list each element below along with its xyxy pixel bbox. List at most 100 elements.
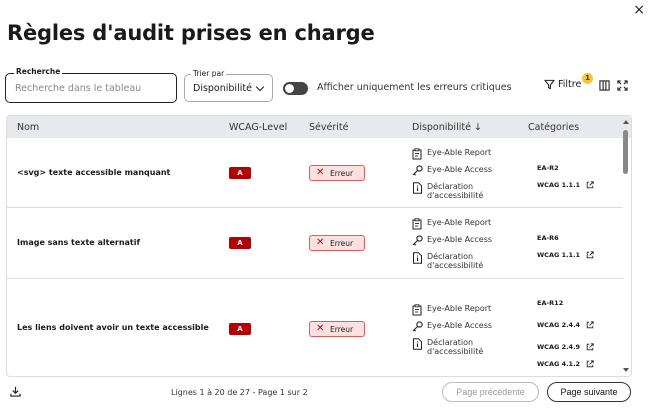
availability-item: Eye-Able Access [412, 165, 497, 182]
columns-icon[interactable] [599, 80, 610, 91]
category-item: EA-R2 [537, 157, 594, 179]
severity-label: Erreur [330, 239, 354, 248]
availability-label: Eye-Able Access [427, 235, 493, 244]
availability-label: Eye-Able Report [427, 218, 492, 227]
close-icon[interactable]: × [633, 2, 645, 18]
availability-item: Déclaration d'accessibilité [412, 252, 497, 274]
scroll-up-arrow-icon[interactable] [623, 120, 629, 124]
filter-button[interactable]: Filtre [544, 79, 581, 90]
report-icon [412, 148, 422, 160]
category-item[interactable]: WCAG 2.4.9 [537, 336, 594, 358]
category-label: WCAG 4.1.2 [537, 360, 581, 368]
error-x-icon: ✕ [316, 167, 325, 178]
availability-item: Eye-Able Report [412, 218, 497, 235]
error-x-icon: ✕ [316, 237, 325, 248]
severity-label: Erreur [330, 169, 354, 178]
availability-label: Eye-Able Access [427, 165, 493, 174]
document-info-icon [413, 252, 422, 264]
availability-item: Déclaration d'accessibilité [412, 338, 497, 360]
next-page-button[interactable]: Page suivante [547, 382, 631, 402]
critical-errors-toggle[interactable] [283, 82, 308, 95]
search-input[interactable] [6, 74, 176, 102]
category-item[interactable]: WCAG 2.4.4 [537, 314, 594, 336]
table-row[interactable]: Image sans texte alternatif A ✕ Erreur E… [7, 208, 623, 279]
rule-name: Les liens doivent avoir un texte accessi… [17, 323, 209, 332]
availability-label: Eye-Able Report [427, 304, 492, 313]
fullscreen-icon[interactable] [617, 80, 628, 91]
table-row[interactable]: Les liens doivent avoir un texte accessi… [7, 279, 623, 376]
critical-errors-toggle-label: Afficher uniquement les erreurs critique… [317, 82, 512, 93]
categories-list: EA-R2 WCAG 1.1.1 [537, 157, 594, 191]
chevron-down-icon [255, 82, 265, 92]
key-icon [412, 235, 423, 246]
rule-name: <svg> texte accessible manquant [17, 168, 171, 177]
availability-item: Eye-Able Report [412, 304, 497, 321]
column-header-severity[interactable]: Sévérité [309, 122, 348, 133]
category-item: EA-R12 [537, 292, 594, 314]
previous-page-button[interactable]: Page précédente [442, 382, 539, 402]
wcag-level-badge: A [229, 323, 251, 335]
availability-list: Eye-Able Report Eye-Able Access Déclarat… [412, 304, 497, 360]
rules-table: Nom WCAG-Level Sévérité Disponibilité ↓ … [6, 115, 632, 377]
availability-item: Déclaration d'accessibilité [412, 182, 497, 204]
filter-label: Filtre [558, 79, 582, 90]
availability-list: Eye-Able Report Eye-Able Access Déclarat… [412, 218, 497, 274]
availability-label: Eye-Able Report [427, 148, 492, 157]
availability-item: Eye-Able Report [412, 148, 497, 165]
filter-icon [544, 79, 555, 90]
availability-list: Eye-Able Report Eye-Able Access Déclarat… [412, 148, 497, 204]
category-label: EA-R2 [537, 164, 559, 172]
table-body: <svg> texte accessible manquant A ✕ Erre… [7, 138, 623, 376]
category-label: EA-R6 [537, 234, 559, 242]
category-item: EA-R6 [537, 227, 594, 249]
sort-select[interactable]: Trier par Disponibilité [184, 69, 273, 102]
availability-item: Eye-Able Access [412, 321, 497, 338]
availability-label: Déclaration d'accessibilité [427, 182, 484, 200]
page-title: Règles d'audit prises en charge [7, 21, 375, 45]
external-link-icon[interactable] [586, 343, 594, 351]
availability-label: Déclaration d'accessibilité [427, 252, 484, 270]
category-label: WCAG 2.4.4 [537, 321, 581, 329]
category-item[interactable]: WCAG 1.1.1 [537, 179, 594, 191]
sort-value: Disponibilité [193, 83, 252, 94]
column-header-availability[interactable]: Disponibilité ↓ [412, 122, 482, 133]
severity-label: Erreur [330, 325, 354, 334]
categories-list: EA-R6 WCAG 1.1.1 [537, 227, 594, 261]
severity-badge: ✕ Erreur [309, 235, 365, 251]
category-label: EA-R12 [537, 299, 564, 307]
wcag-level-badge: A [229, 237, 251, 249]
report-icon [412, 218, 422, 230]
column-header-categories[interactable]: Catégories [528, 122, 579, 133]
search-field: Recherche [5, 67, 177, 103]
availability-label: Eye-Able Access [427, 321, 493, 330]
scroll-down-arrow-icon[interactable] [623, 368, 629, 372]
external-link-icon[interactable] [586, 251, 594, 259]
category-label: WCAG 1.1.1 [537, 251, 581, 259]
error-x-icon: ✕ [316, 323, 325, 334]
filter-count-badge: 1 [582, 73, 593, 84]
severity-badge: ✕ Erreur [309, 321, 365, 337]
column-header-level[interactable]: WCAG-Level [229, 122, 287, 133]
rule-name: Image sans texte alternatif [17, 238, 140, 247]
external-link-icon[interactable] [586, 181, 594, 189]
toggle-knob [285, 84, 294, 93]
external-link-icon[interactable] [586, 360, 594, 368]
category-item[interactable]: WCAG 4.1.2 [537, 358, 594, 370]
table-scrollbar[interactable] [623, 120, 629, 372]
external-link-icon[interactable] [586, 321, 594, 329]
column-header-name[interactable]: Nom [17, 122, 39, 133]
wcag-level-badge: A [229, 167, 251, 179]
availability-label: Déclaration d'accessibilité [427, 338, 484, 356]
scroll-thumb[interactable] [623, 130, 628, 174]
table-row[interactable]: <svg> texte accessible manquant A ✕ Erre… [7, 138, 623, 208]
table-header: Nom WCAG-Level Sévérité Disponibilité ↓ … [7, 116, 631, 138]
categories-list: EA-R12 WCAG 2.4.4 WCAG 2.4.9 WCAG 4.1.2 [537, 292, 594, 370]
document-info-icon [413, 182, 422, 194]
key-icon [412, 165, 423, 176]
download-icon[interactable] [10, 386, 21, 397]
severity-badge: ✕ Erreur [309, 165, 365, 181]
category-item[interactable]: WCAG 1.1.1 [537, 249, 594, 261]
category-label: WCAG 1.1.1 [537, 181, 581, 189]
document-info-icon [413, 338, 422, 350]
sort-label: Trier par [191, 69, 227, 78]
